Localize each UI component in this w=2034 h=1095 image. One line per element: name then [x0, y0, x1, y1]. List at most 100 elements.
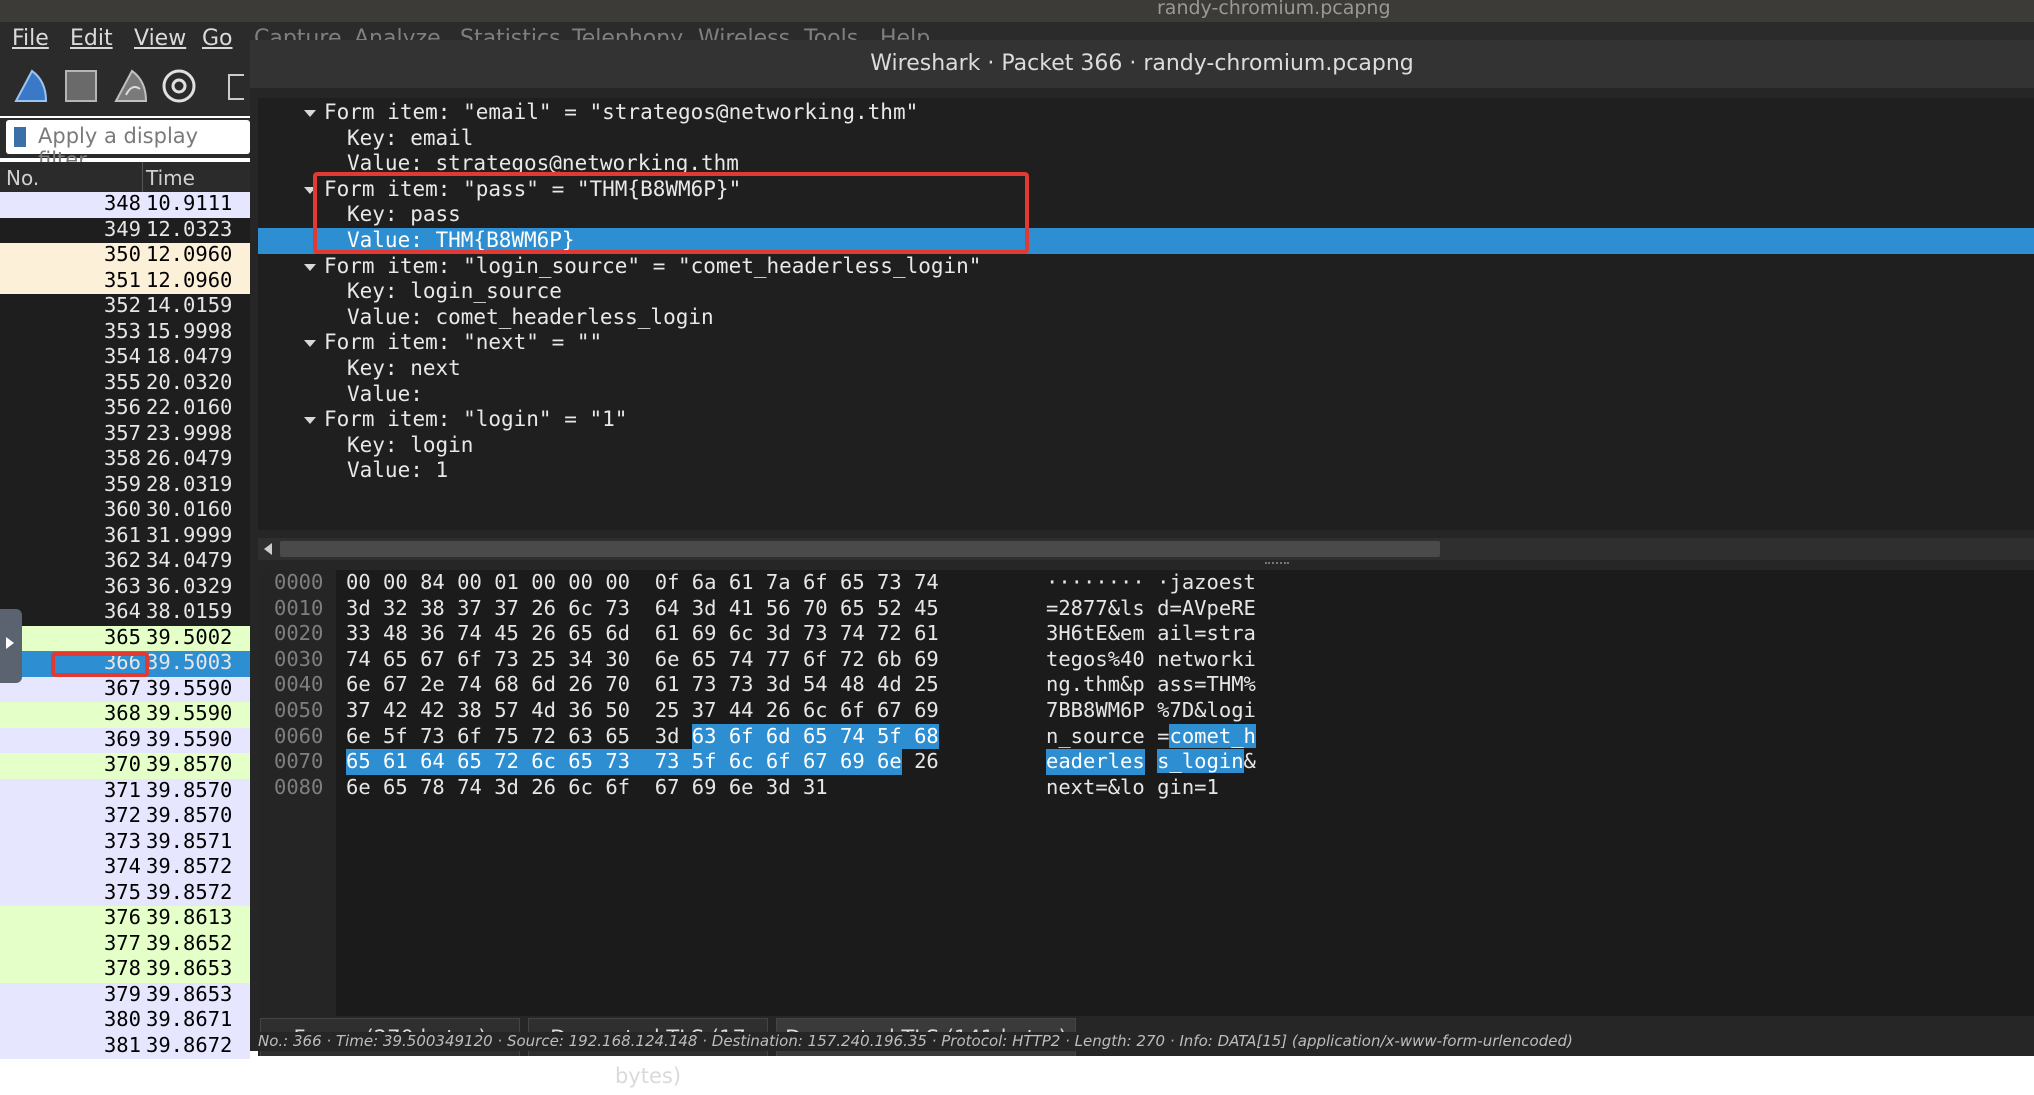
hex-byte[interactable]: 6a [692, 570, 717, 596]
hex-byte[interactable]: 69 [692, 621, 717, 647]
hex-byte[interactable]: 5f [877, 723, 915, 750]
hex-byte[interactable]: 6d [605, 621, 630, 647]
packet-row[interactable]: 375 39.8572 [0, 880, 250, 906]
packet-row[interactable]: 373 39.8571 [0, 829, 250, 855]
pane-splitter[interactable] [258, 560, 2034, 570]
hex-byte[interactable]: 6f [728, 723, 766, 750]
packet-row[interactable]: 371 39.8570 [0, 778, 250, 804]
hex-byte[interactable]: 6f [765, 749, 803, 775]
hex-byte[interactable]: 6f [803, 570, 828, 596]
hex-byte[interactable]: 26 [914, 749, 939, 775]
hex-byte[interactable]: 65 [568, 621, 593, 647]
hex-byte[interactable]: 3d [692, 596, 717, 622]
tree-node-form-item[interactable]: Form item: "email" = "strategos@networki… [258, 100, 2034, 126]
tree-leaf[interactable]: Key: login_source [258, 279, 2034, 305]
hex-byte[interactable]: 74 [840, 621, 865, 647]
hex-byte[interactable]: 36 [420, 621, 445, 647]
bookmark-icon[interactable] [14, 127, 26, 147]
hex-byte[interactable]: 38 [420, 596, 445, 622]
hex-byte[interactable]: 65 [568, 749, 606, 775]
expand-triangle-icon[interactable] [304, 417, 316, 425]
toolbar-overflow-icon[interactable] [228, 74, 244, 100]
packet-row[interactable]: 362 34.0479 [0, 548, 250, 575]
hex-byte[interactable]: 64 [655, 596, 680, 622]
hex-byte[interactable]: 67 [383, 672, 408, 698]
hex-byte[interactable]: 67 [655, 775, 680, 801]
hex-byte[interactable]: 6e [346, 775, 371, 801]
hex-ascii[interactable]: n_source [1046, 724, 1145, 750]
hex-byte[interactable]: 26 [766, 698, 791, 724]
hex-byte[interactable]: 67 [877, 698, 902, 724]
hex-byte[interactable]: 3d [766, 775, 791, 801]
hex-byte[interactable]: 3d [655, 724, 680, 750]
hex-byte[interactable]: 25 [914, 672, 939, 698]
hex-byte[interactable]: 37 [457, 596, 482, 622]
hex-byte[interactable]: 2e [420, 672, 445, 698]
expand-triangle-icon[interactable] [304, 110, 316, 117]
packet-row[interactable]: 364 38.0159 [0, 599, 250, 626]
hex-byte[interactable]: 72 [840, 647, 865, 673]
tree-node-form-item[interactable]: Form item: "login" = "1" [258, 407, 2034, 433]
splitter-grip-icon[interactable] [1265, 562, 1289, 568]
column-header-no[interactable]: No. [6, 166, 39, 190]
hex-byte[interactable]: 54 [803, 672, 828, 698]
hex-byte[interactable]: 65 [383, 647, 408, 673]
packet-row[interactable]: 356 22.0160 [0, 395, 250, 422]
hex-byte[interactable]: 84 [420, 570, 445, 596]
hex-byte[interactable]: 73 [692, 672, 717, 698]
hex-ascii[interactable]: ········ [1046, 570, 1145, 596]
menu-item-file[interactable]: File [12, 26, 49, 51]
hex-byte[interactable]: 74 [729, 647, 754, 673]
hex-byte[interactable]: 45 [914, 596, 939, 622]
hex-byte[interactable]: 41 [729, 596, 754, 622]
hex-byte[interactable]: 73 [420, 724, 445, 750]
details-horizontal-scrollbar[interactable] [258, 538, 2034, 560]
hex-byte[interactable]: 69 [914, 647, 939, 673]
hex-byte[interactable]: 6f [457, 724, 482, 750]
packet-row[interactable]: 381 39.8672 [0, 1033, 250, 1059]
hex-byte[interactable]: 63 [691, 723, 729, 750]
packet-row[interactable]: 372 39.8570 [0, 803, 250, 830]
hex-byte[interactable]: 73 [605, 749, 655, 775]
hex-byte[interactable]: 6c [803, 698, 828, 724]
hex-byte[interactable]: 6e [346, 724, 371, 750]
hex-byte[interactable]: 73 [803, 621, 828, 647]
expand-triangle-icon[interactable] [304, 340, 316, 348]
hex-byte[interactable]: 4d [531, 698, 556, 724]
menu-item-view[interactable]: View [134, 26, 186, 51]
tree-leaf[interactable]: Key: email [258, 126, 2034, 152]
hex-byte[interactable]: 50 [605, 698, 630, 724]
hex-byte[interactable]: 00 [531, 570, 556, 596]
hex-byte[interactable]: 61 [383, 749, 421, 775]
hex-byte[interactable]: 72 [877, 621, 902, 647]
hex-byte[interactable]: 5f [691, 749, 729, 775]
hex-byte[interactable]: 61 [655, 621, 680, 647]
tree-leaf[interactable]: Value: comet_headerless_login [258, 305, 2034, 331]
packet-row[interactable]: 348 10.9111 [0, 191, 250, 218]
hex-byte[interactable]: 78 [420, 775, 445, 801]
packet-row[interactable]: 367 39.5590 [0, 676, 250, 702]
hex-byte[interactable]: 45 [494, 621, 519, 647]
hex-byte[interactable]: 68 [914, 723, 939, 750]
packet-row[interactable]: 377 39.8652 [0, 931, 250, 957]
hex-byte[interactable]: 61 [729, 570, 754, 596]
hex-byte[interactable]: 57 [494, 698, 519, 724]
hex-byte[interactable]: 70 [803, 596, 828, 622]
hex-byte[interactable]: 6e [729, 775, 754, 801]
hex-byte[interactable]: 73 [729, 672, 754, 698]
hex-byte[interactable]: 6c [568, 775, 593, 801]
sidebar-expand-handle[interactable] [0, 609, 22, 683]
packet-row[interactable]: 353 15.9998 [0, 319, 250, 345]
hex-byte[interactable]: 72 [531, 724, 556, 750]
scroll-left-icon[interactable] [264, 543, 272, 555]
hex-byte[interactable]: 00 [605, 570, 630, 596]
hex-byte[interactable]: 0f [655, 570, 680, 596]
packet-row[interactable]: 349 12.0323 [0, 217, 250, 243]
hex-byte[interactable]: 65 [383, 775, 408, 801]
packet-row[interactable]: 360 30.0160 [0, 497, 250, 524]
hex-byte[interactable]: 25 [531, 647, 556, 673]
hex-ascii[interactable]: =comet_h [1157, 723, 1256, 750]
packet-row[interactable]: 378 39.8653 [0, 956, 250, 983]
column-separator[interactable] [142, 162, 143, 192]
hex-byte[interactable]: 65 [605, 724, 630, 750]
